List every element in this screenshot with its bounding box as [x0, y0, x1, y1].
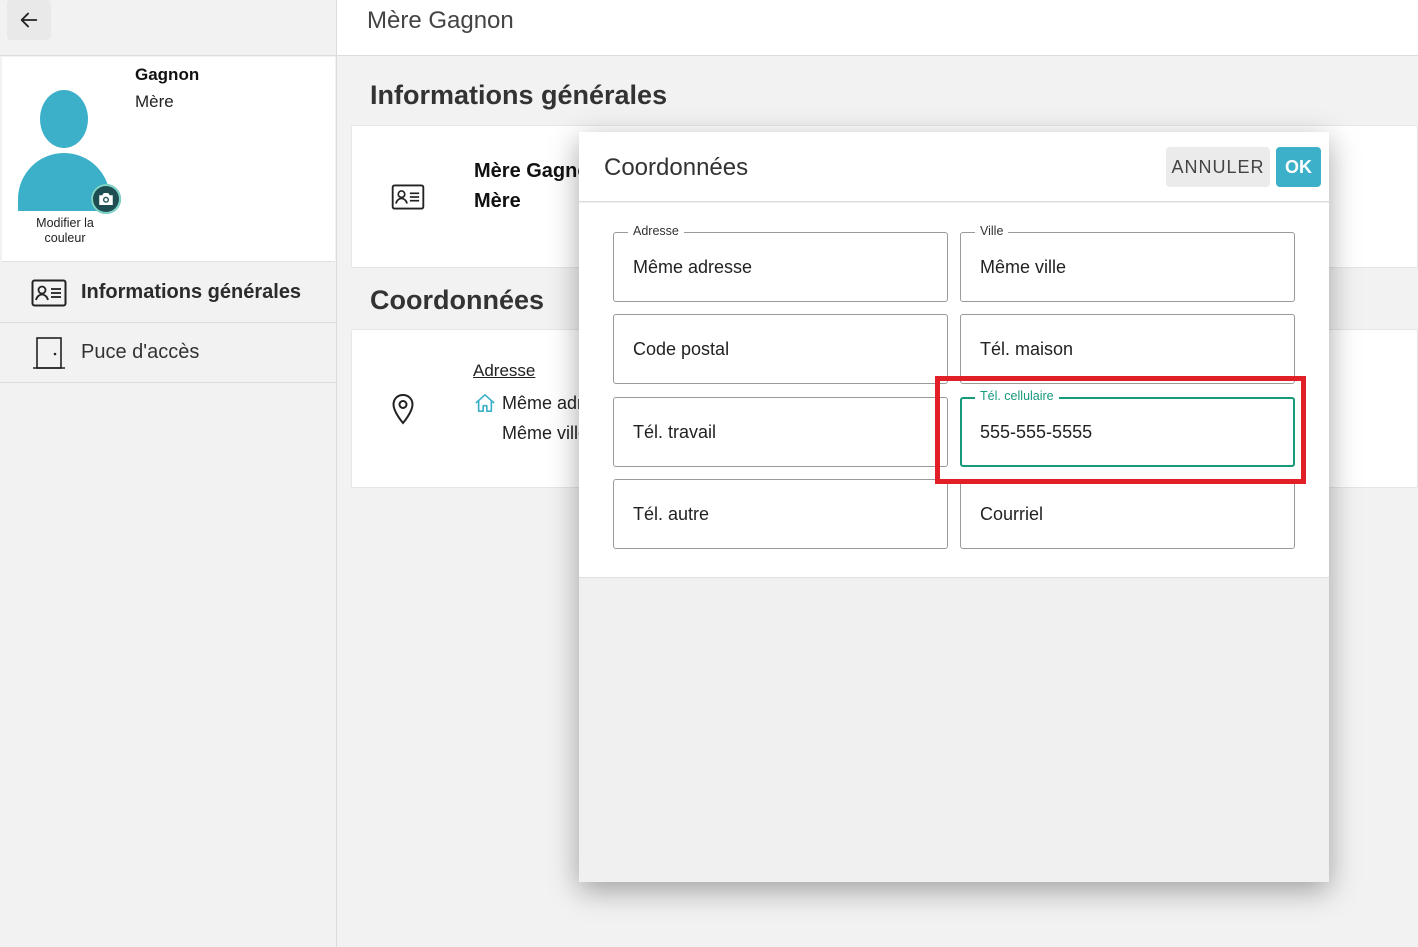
- ok-button[interactable]: OK: [1276, 147, 1321, 187]
- cancel-button[interactable]: ANNULER: [1166, 147, 1270, 187]
- dialog-header: Coordonnées ANNULER OK: [579, 132, 1329, 202]
- field-value: Même adresse: [633, 257, 753, 277]
- profile-name: Gagnon: [135, 65, 200, 84]
- divider: [0, 55, 337, 56]
- section-title-general: Informations générales: [370, 80, 668, 110]
- ville-field[interactable]: Ville Même ville: [960, 224, 1295, 302]
- field-placeholder: Tél. maison: [980, 339, 1074, 359]
- card-role: Mère: [474, 190, 521, 212]
- avatar-head: [40, 90, 88, 148]
- camera-icon: [99, 193, 113, 205]
- courriel-field[interactable]: Courriel: [960, 479, 1295, 549]
- id-card-icon: [31, 279, 67, 307]
- field-value: Même ville: [980, 257, 1067, 277]
- field-placeholder: Courriel: [980, 504, 1044, 524]
- home-icon: [475, 394, 495, 412]
- field-placeholder: Tél. autre: [633, 504, 710, 524]
- page-title: Mère Gagnon: [367, 7, 514, 34]
- back-button[interactable]: [7, 0, 51, 40]
- field-placeholder: Code postal: [633, 339, 730, 359]
- address-link[interactable]: Adresse: [473, 361, 535, 381]
- sidebar-item-informations-generales[interactable]: Informations générales: [0, 263, 337, 323]
- sidebar-item-label: Puce d'accès: [81, 341, 200, 363]
- arrow-left-icon: [20, 12, 38, 28]
- tel-maison-field[interactable]: Tél. maison: [960, 314, 1295, 384]
- field-label: Adresse: [628, 224, 684, 238]
- sidebar-item-puce-acces[interactable]: Puce d'accès: [0, 323, 337, 383]
- camera-button[interactable]: [91, 184, 121, 214]
- page-header: Mère Gagnon: [337, 0, 1418, 56]
- coordinates-dialog: Coordonnées ANNULER OK Adresse Même adre…: [579, 132, 1329, 882]
- adresse-field[interactable]: Adresse Même adresse: [613, 224, 948, 302]
- address-line2: Même ville: [502, 423, 589, 443]
- id-card-icon: [391, 184, 425, 210]
- section-title-coordinates: Coordonnées: [370, 285, 545, 315]
- highlight-annotation: [935, 376, 1306, 484]
- modify-color-link[interactable]: Modifier la couleur: [26, 216, 104, 246]
- dialog-title: Coordonnées: [604, 154, 749, 181]
- field-placeholder: Tél. travail: [633, 422, 717, 442]
- code-postal-field[interactable]: Code postal: [613, 314, 948, 384]
- profile-card: Modifier la couleur Gagnon Mère: [2, 57, 335, 262]
- sidebar: Modifier la couleur Gagnon Mère Informat…: [0, 0, 337, 947]
- door-icon: [33, 337, 65, 369]
- field-label: Ville: [975, 224, 1009, 238]
- tel-autre-field[interactable]: Tél. autre: [613, 479, 948, 549]
- profile-role: Mère: [135, 92, 174, 111]
- sidebar-item-label: Informations générales: [81, 281, 302, 303]
- map-pin-icon: [392, 393, 414, 425]
- tel-travail-field[interactable]: Tél. travail: [613, 397, 948, 467]
